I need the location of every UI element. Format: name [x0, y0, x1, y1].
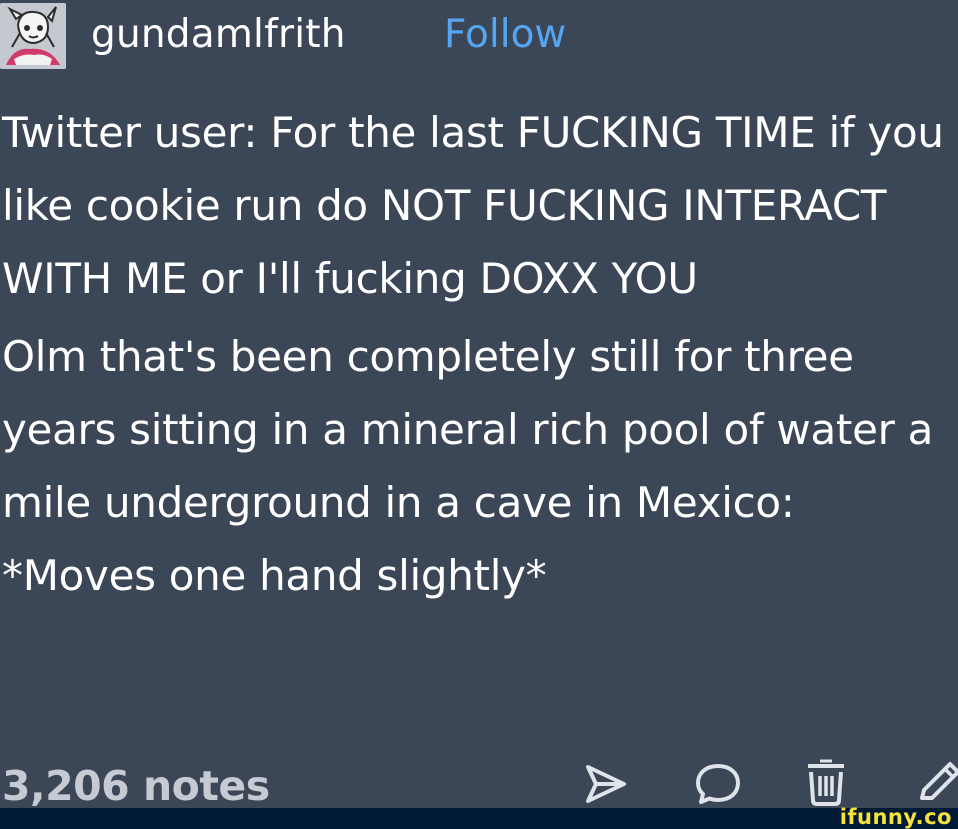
watermark-bar: ifunny.co	[0, 805, 958, 829]
username-link[interactable]: gundamlfrith	[91, 12, 346, 57]
notes-count[interactable]: 3,206 notes	[2, 762, 270, 808]
anime-character-avatar-icon	[0, 3, 66, 69]
post-paragraph: Twitter user: For the last FUCKING TIME …	[2, 108, 944, 303]
reply-icon[interactable]	[692, 758, 744, 808]
post-footer: 3,206 notes	[0, 752, 958, 808]
ifunny-watermark: ifunny.co	[839, 805, 952, 829]
reblog-icon[interactable]	[800, 758, 852, 808]
post-body: Twitter user: For the last FUCKING TIME …	[2, 96, 952, 612]
share-icon[interactable]	[580, 758, 632, 808]
tumblr-post: gundamlfrith Follow Twitter user: For th…	[0, 0, 958, 808]
follow-button[interactable]: Follow	[444, 12, 566, 57]
user-avatar[interactable]	[0, 3, 66, 69]
edit-icon[interactable]	[912, 758, 958, 808]
post-paragraph: Olm that's been completely still for thr…	[2, 332, 934, 600]
post-header: gundamlfrith Follow	[0, 0, 958, 74]
